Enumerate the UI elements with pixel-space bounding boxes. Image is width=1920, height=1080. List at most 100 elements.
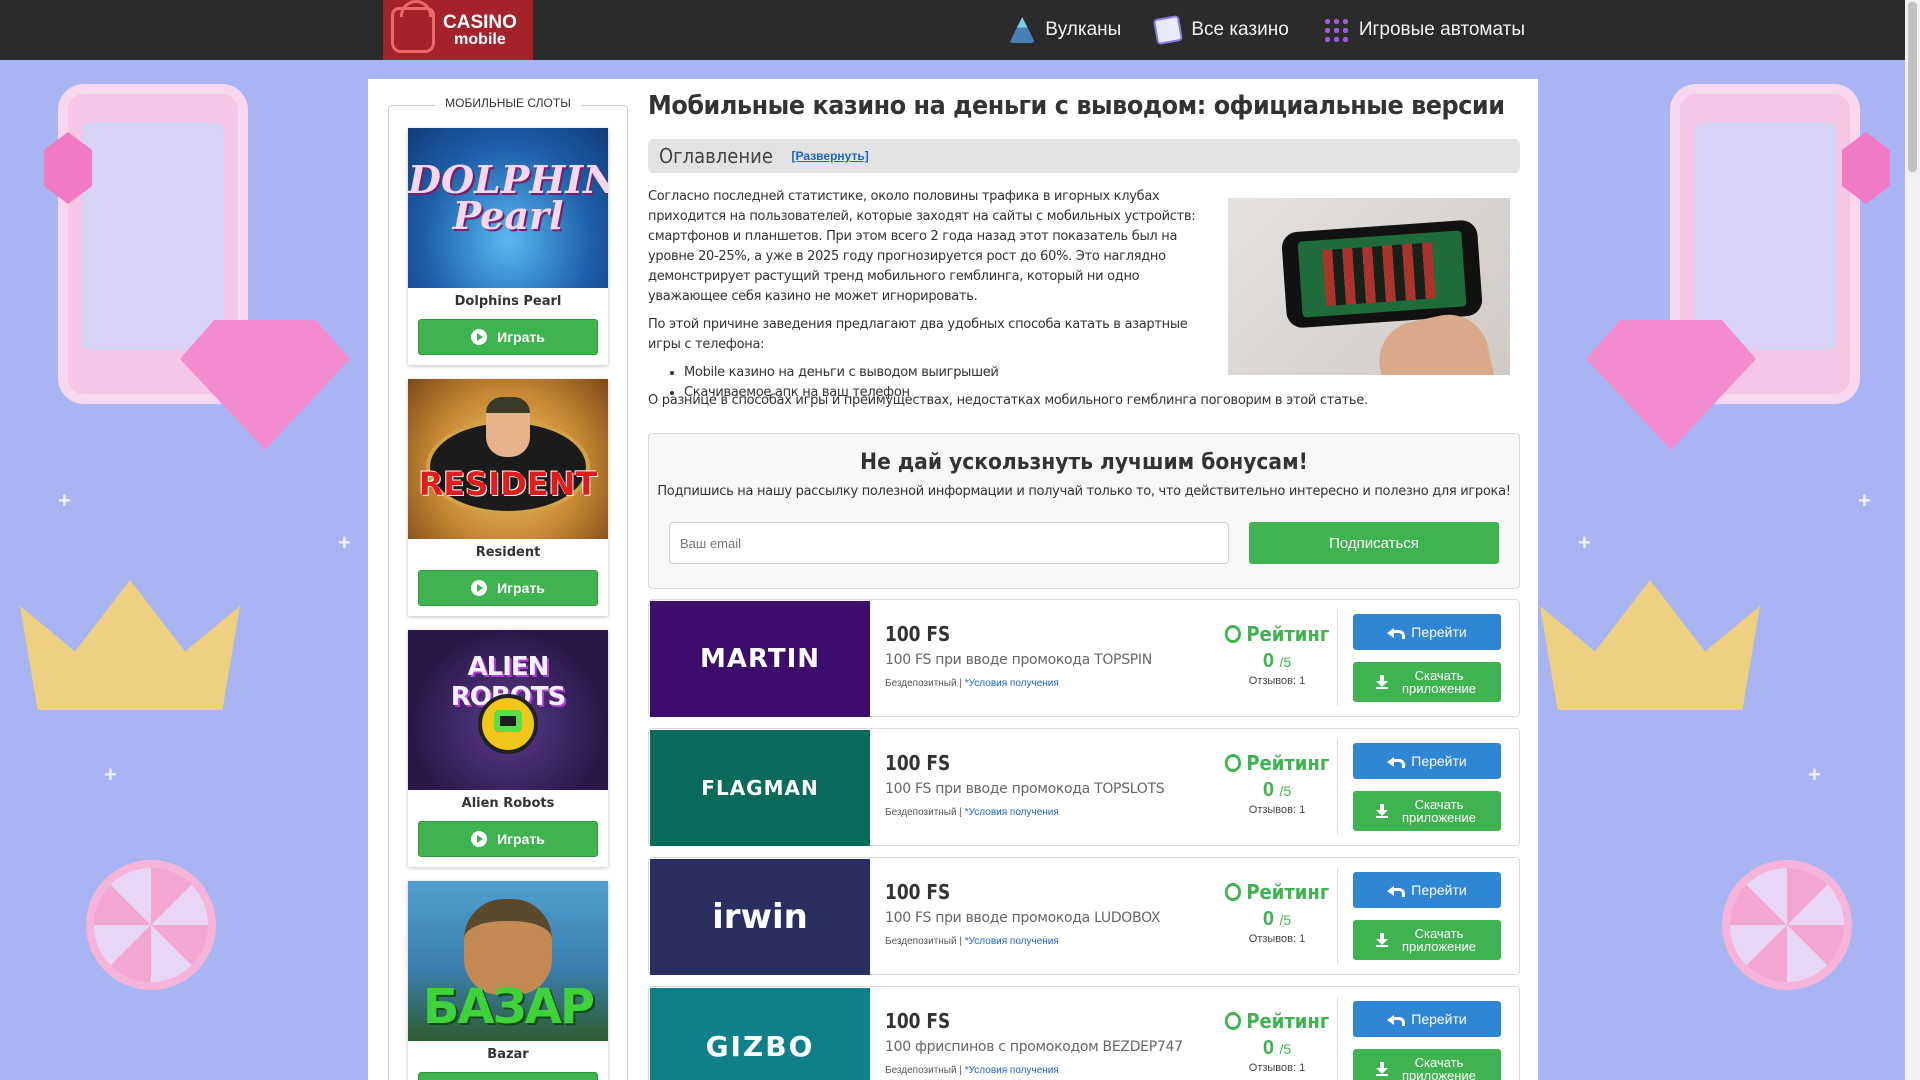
terms-link[interactable]: *Условия получения — [965, 807, 1059, 818]
divider — [1337, 610, 1338, 706]
sparkle-icon: + — [104, 762, 117, 787]
nav-link-volcanoes[interactable]: Вулканы — [1009, 17, 1121, 43]
casino-logo[interactable]: GIZBO — [650, 988, 870, 1080]
go-to-casino-button[interactable]: Перейти — [1353, 614, 1501, 650]
bonus-description: 100 фриспинов с промокодом BEZDEP747 — [885, 1039, 1183, 1055]
rating-block: Рейтинг 0 /5 Отзывов: 1 — [1217, 880, 1337, 945]
casino-logo[interactable]: irwin — [650, 859, 870, 975]
paragraph: Согласно последней статистике, около пол… — [648, 189, 1196, 304]
slot-thumbnail[interactable]: RESIDENT — [408, 379, 608, 539]
casino-card: GIZBO 100 FS 100 фриспинов с промокодом … — [648, 986, 1520, 1080]
play-label: Играть — [497, 580, 545, 596]
terms-link[interactable]: *Условия получения — [965, 936, 1059, 947]
bonus-title: 100 FS — [885, 622, 951, 646]
go-to-casino-button[interactable]: Перейти — [1353, 743, 1501, 779]
play-button[interactable]: Играть — [418, 570, 598, 606]
subscribe-button[interactable]: Подписаться — [1249, 522, 1499, 564]
go-to-casino-button[interactable]: Перейти — [1353, 872, 1501, 908]
logo-line-1: CASINO — [443, 11, 517, 33]
slot-art-text: БАЗАР — [422, 979, 595, 1035]
list-item: Mobile казино на деньги с выводом выигры… — [684, 363, 1220, 383]
slot-thumbnail[interactable]: БАЗАР — [408, 881, 608, 1041]
play-label: Играть — [497, 831, 545, 847]
terms-link[interactable]: *Условия получения — [965, 1065, 1059, 1076]
slot-card-resident: RESIDENT Resident Играть — [408, 379, 608, 616]
table-of-contents: Оглавление [Развернуть] — [648, 139, 1520, 173]
casino-logo[interactable]: FLAGMAN — [650, 730, 870, 846]
top-navigation-bar: CASINO mobile Вулканы Все казино Игровые… — [0, 0, 1905, 60]
medal-icon — [1224, 625, 1241, 643]
gem-illustration — [44, 132, 92, 204]
casino-brand: FLAGMAN — [701, 776, 819, 800]
sparkle-icon: + — [1578, 530, 1591, 555]
rating-score: 0 /5 — [1262, 908, 1292, 930]
download-icon — [1376, 675, 1388, 689]
page-title: Мобильные казино на деньги с выводом: оф… — [648, 91, 1505, 121]
main-nav: Вулканы Все казино Игровые автоматы — [1009, 0, 1525, 60]
slot-thumbnail[interactable]: DOLPHIN'S Pearl — [408, 128, 608, 288]
download-app-button[interactable]: Скачать приложение — [1353, 662, 1501, 702]
divider — [1337, 997, 1338, 1080]
paragraph: По этой причине заведения предлагают два… — [648, 317, 1188, 352]
slot-name: Bazar — [487, 1047, 529, 1062]
divider — [1337, 868, 1338, 964]
nav-link-slot-machines[interactable]: Игровые автоматы — [1322, 17, 1525, 43]
bonus-type: Бездепозитный | *Условия получения — [885, 807, 1059, 818]
rating-score: 0 /5 — [1262, 650, 1292, 672]
slot-card-bazar: БАЗАР Bazar Играть — [408, 881, 608, 1080]
rating-label: Рейтинг — [1246, 622, 1330, 646]
nav-link-label: Все казино — [1191, 19, 1289, 40]
slot-thumbnail[interactable]: ALIEN ROBOTS — [408, 630, 608, 790]
play-label: Играть — [497, 329, 545, 345]
bonus-title: 100 FS — [885, 1009, 951, 1033]
reviews-count: Отзывов: 1 — [1248, 933, 1306, 945]
grapes-icon — [1322, 17, 1349, 43]
newsletter-text: Подпишись на нашу рассылку полезной инфо… — [657, 484, 1511, 499]
play-button[interactable]: Играть — [418, 319, 598, 355]
slot-name: Resident — [475, 545, 541, 560]
diamond-illustration — [1586, 320, 1756, 450]
logo-line-2: mobile — [454, 30, 506, 48]
email-input[interactable] — [669, 522, 1229, 564]
page-scrollbar[interactable] — [1905, 0, 1920, 1080]
casino-card: MARTIN 100 FS 100 FS при вводе промокода… — [648, 599, 1520, 717]
download-icon — [1376, 804, 1388, 818]
toc-expand-link[interactable]: [Развернуть] — [792, 149, 869, 163]
logo-text: CASINO mobile — [443, 13, 517, 48]
casino-brand: irwin — [712, 897, 808, 937]
terms-link[interactable]: *Условия получения — [965, 678, 1059, 689]
slot-name: Dolphins Pearl — [454, 294, 562, 309]
site-logo[interactable]: CASINO mobile — [383, 0, 533, 60]
reply-arrow-icon — [1387, 755, 1406, 768]
bonus-title: 100 FS — [885, 751, 951, 775]
bonus-type: Бездепозитный | *Условия получения — [885, 1065, 1059, 1076]
rating-score: 0 /5 — [1262, 1037, 1292, 1059]
go-to-casino-button[interactable]: Перейти — [1353, 1001, 1501, 1037]
paragraph: О разнице в способах игры и преимущества… — [648, 393, 1368, 408]
medal-icon — [1224, 883, 1241, 901]
scrollbar-thumb[interactable] — [1908, 2, 1917, 172]
bonus-description: 100 FS при вводе промокода TOPSPIN — [885, 652, 1152, 668]
sparkle-icon: + — [1858, 488, 1871, 513]
sparkle-icon: + — [338, 530, 351, 555]
medal-icon — [1224, 754, 1241, 772]
divider — [1337, 739, 1338, 835]
play-button[interactable]: Играть — [418, 821, 598, 857]
bonus-type: Бездепозитный | *Условия получения — [885, 678, 1059, 689]
main-panel: МОБИЛЬНЫЕ СЛОТЫ DOLPHIN'S Pearl Dolphins… — [368, 79, 1538, 1080]
casino-card: irwin 100 FS 100 FS при вводе промокода … — [648, 857, 1520, 975]
toc-title: Оглавление — [659, 144, 773, 168]
wheel-illustration — [1722, 860, 1852, 990]
download-app-button[interactable]: Скачать приложение — [1353, 791, 1501, 831]
nav-link-all-casinos[interactable]: Все казино — [1153, 14, 1289, 46]
download-app-button[interactable]: Скачать приложение — [1353, 920, 1501, 960]
slot-art-text: DOLPHIN'S Pearl — [408, 157, 608, 239]
rating-label: Рейтинг — [1246, 1009, 1330, 1033]
reviews-count: Отзывов: 1 — [1248, 1062, 1306, 1074]
casino-logo[interactable]: MARTIN — [650, 601, 870, 717]
casino-brand: GIZBO — [705, 1029, 815, 1063]
play-button[interactable]: Играть — [418, 1072, 598, 1080]
phone-illustration — [58, 84, 248, 404]
download-app-button[interactable]: Скачать приложение — [1353, 1049, 1501, 1080]
sparkle-icon: + — [58, 488, 71, 513]
